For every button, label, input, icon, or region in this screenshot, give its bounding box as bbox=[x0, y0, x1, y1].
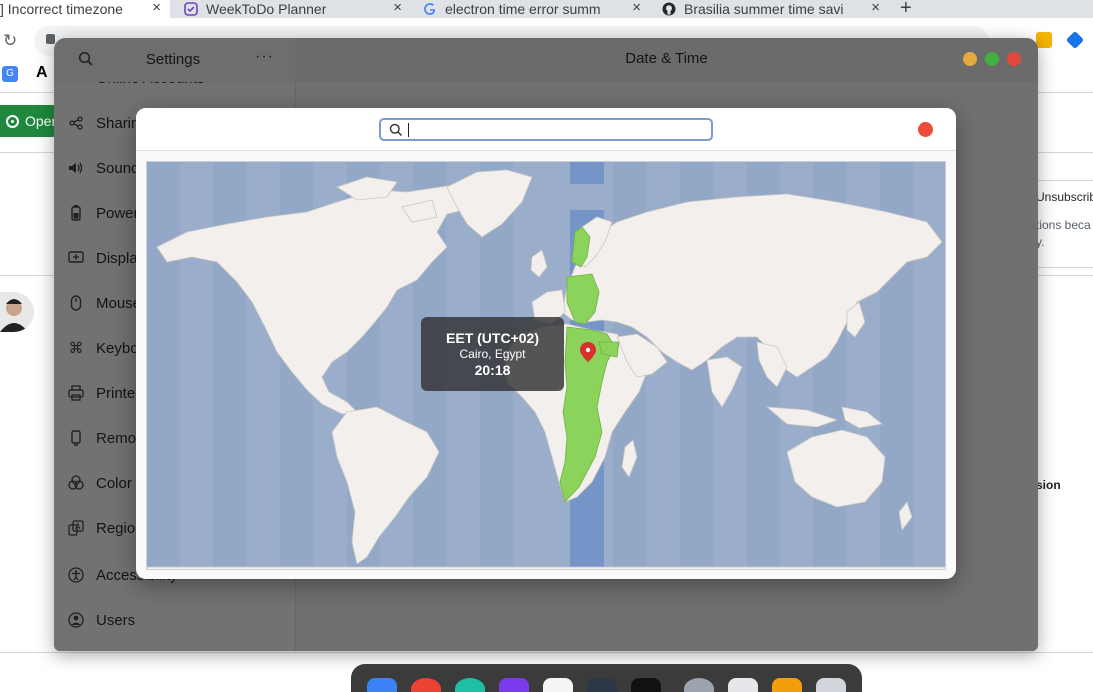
extension-icon[interactable] bbox=[1036, 32, 1052, 48]
dock-app-software-icon[interactable] bbox=[772, 678, 802, 692]
sound-icon bbox=[68, 160, 84, 176]
browser-tab-brasilia[interactable]: Brasilia summer time savi × bbox=[662, 0, 884, 18]
avatar[interactable] bbox=[0, 292, 34, 332]
dialog-close-button[interactable] bbox=[918, 122, 933, 137]
tab-title: Brasilia summer time savi bbox=[684, 1, 844, 17]
timezone-tooltip: EET (UTC+02) Cairo, Egypt 20:18 bbox=[421, 317, 564, 391]
region-icon: A bbox=[68, 520, 84, 536]
weektodo-logo-icon bbox=[184, 2, 198, 16]
color-icon bbox=[68, 475, 84, 491]
sidebar-item-users[interactable]: Users bbox=[54, 600, 295, 640]
displays-icon bbox=[68, 250, 84, 266]
tab-close-icon[interactable]: × bbox=[393, 0, 402, 16]
reload-icon[interactable]: ↻ bbox=[3, 31, 17, 51]
sidebar-item-label: Sound bbox=[96, 159, 140, 177]
svg-text:A: A bbox=[75, 522, 81, 531]
printers-icon bbox=[68, 385, 84, 401]
minimize-button[interactable] bbox=[963, 52, 977, 66]
sidebar-item-label: Color bbox=[96, 474, 132, 492]
new-tab-button[interactable]: + bbox=[900, 0, 912, 20]
sidebar-title: Settings bbox=[145, 51, 201, 68]
translate-bookmark-icon[interactable]: G bbox=[2, 66, 18, 82]
timezone-search-field[interactable] bbox=[379, 118, 713, 141]
sidebar-header: Settings ··· bbox=[54, 38, 295, 82]
timezone-abbreviation: EET (UTC+02) bbox=[446, 330, 539, 346]
sharing-icon bbox=[68, 115, 84, 131]
keyboard-icon: ⌘ bbox=[68, 340, 84, 357]
tab-title: ] Incorrect timezone bbox=[0, 1, 123, 17]
users-icon bbox=[68, 612, 84, 628]
open-badge-label: Oper bbox=[25, 113, 57, 129]
browser-tab-electron[interactable]: electron time error summ × bbox=[423, 0, 645, 18]
window-title: Date & Time bbox=[625, 50, 708, 67]
removable-media-icon bbox=[68, 430, 84, 446]
timezone-local-time: 20:18 bbox=[474, 362, 511, 378]
mouse-icon bbox=[68, 295, 84, 311]
timezone-city: Cairo, Egypt bbox=[459, 347, 526, 361]
tab-title: electron time error summ bbox=[445, 1, 601, 17]
bookmark-a-icon[interactable]: A bbox=[36, 64, 48, 82]
tab-close-icon[interactable]: × bbox=[632, 0, 641, 16]
dock-app-photos-icon[interactable] bbox=[543, 678, 573, 692]
issue-open-badge: Oper bbox=[0, 105, 58, 137]
dock-app-vscode-icon[interactable] bbox=[587, 678, 617, 692]
page-divider bbox=[0, 652, 1093, 653]
accessibility-icon bbox=[68, 567, 84, 583]
issue-opened-icon bbox=[6, 114, 19, 128]
github-logo-icon bbox=[662, 2, 676, 16]
text-caret bbox=[408, 123, 409, 137]
maximize-button[interactable] bbox=[985, 52, 999, 66]
selected-timezone-band-top bbox=[570, 162, 604, 184]
google-logo-icon bbox=[423, 2, 437, 16]
sidebar-item-label: Mouse bbox=[96, 294, 142, 312]
notification-reason: tions beca bbox=[1036, 218, 1091, 232]
sidebar-item-label: Users bbox=[96, 611, 136, 629]
browser-tab-incorrect-timezone[interactable]: ] Incorrect timezone × bbox=[0, 0, 170, 18]
tab-close-icon[interactable]: × bbox=[152, 0, 161, 16]
unsubscribe-button[interactable]: Unsubscrib bbox=[1036, 190, 1093, 204]
menu-icon[interactable]: ··· bbox=[255, 48, 274, 66]
dock-app-terminal-icon[interactable] bbox=[631, 678, 661, 692]
browser-tab-weektodo[interactable]: WeekToDo Planner × bbox=[184, 0, 406, 18]
close-button[interactable] bbox=[1007, 52, 1021, 66]
dock-app-finder-icon[interactable] bbox=[367, 678, 397, 692]
power-icon bbox=[68, 205, 84, 221]
sidebar-heading: sion bbox=[1036, 478, 1061, 492]
sidebar-item-label: Power bbox=[96, 204, 139, 222]
search-icon[interactable] bbox=[78, 51, 94, 67]
dock-app-obsidian-icon[interactable] bbox=[499, 678, 529, 692]
dock-app-weektodo-icon[interactable] bbox=[728, 678, 758, 692]
timezone-search-input[interactable] bbox=[405, 121, 705, 138]
search-icon bbox=[389, 123, 403, 137]
tab-title: WeekToDo Planner bbox=[206, 1, 327, 17]
dock-app-grid-icon[interactable] bbox=[816, 678, 846, 692]
tab-close-icon[interactable]: × bbox=[871, 0, 880, 16]
